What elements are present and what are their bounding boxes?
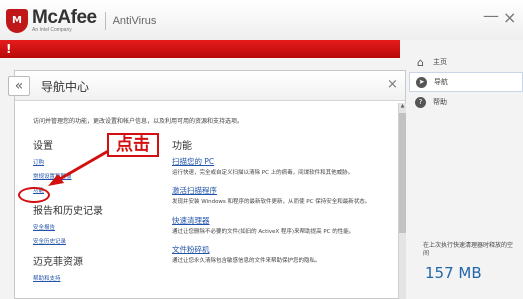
annotation-arrow xyxy=(48,148,111,186)
annotation-arrow-head xyxy=(48,174,64,186)
annotation-callout: 点击 xyxy=(107,133,159,157)
annotation-arrow-line xyxy=(57,148,111,182)
annotation-circle xyxy=(18,187,50,203)
